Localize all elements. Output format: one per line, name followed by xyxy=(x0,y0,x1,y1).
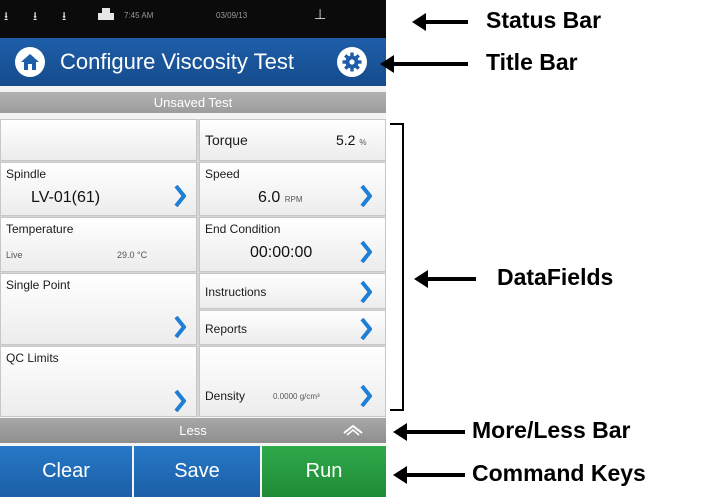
run-button[interactable]: Run xyxy=(262,446,386,497)
more-less-bar[interactable]: Less xyxy=(0,418,386,443)
arrow-command-keys xyxy=(393,466,465,484)
chevron-right-icon xyxy=(360,241,372,263)
speed-field[interactable]: Speed 6.0 RPM xyxy=(199,162,386,216)
temperature-number: 29.0 xyxy=(117,250,135,260)
torque-value: 5.2 % xyxy=(336,132,366,148)
printer-icon xyxy=(98,8,114,21)
density-value: 0.0000 g/cm³ xyxy=(273,392,320,401)
less-label: Less xyxy=(179,423,207,438)
callout-title-bar: Title Bar xyxy=(486,49,578,75)
temperature-mode: Live xyxy=(6,250,23,260)
speed-value: 6.0 RPM xyxy=(258,189,302,207)
usb-icon: ⭳ xyxy=(62,9,67,23)
bracket-vertical xyxy=(402,123,404,411)
chevron-right-icon xyxy=(174,185,186,207)
chevron-right-icon xyxy=(360,281,372,303)
settings-button[interactable] xyxy=(337,47,367,77)
single-point-field[interactable]: Single Point xyxy=(0,273,197,345)
speed-unit: RPM xyxy=(284,195,303,204)
unsaved-test-bar: Unsaved Test xyxy=(0,92,386,113)
density-number: 0.0000 xyxy=(273,392,298,401)
command-keys: Clear Save Run xyxy=(0,446,386,497)
clear-button[interactable]: Clear xyxy=(0,446,132,497)
callout-more-less-bar: More/Less Bar xyxy=(472,417,631,443)
qc-limits-label: QC Limits xyxy=(6,351,59,365)
chevron-up-icon[interactable] xyxy=(342,423,364,437)
chevron-right-icon xyxy=(174,390,186,412)
callout-status-bar: Status Bar xyxy=(486,7,602,33)
instructions-label: Instructions xyxy=(205,285,267,299)
status-bar: ⭳ ⭳ ⭳ 7:45 AM 03/09/13 ⊥ xyxy=(0,0,386,38)
end-condition-field[interactable]: End Condition 00:00:00 xyxy=(199,217,386,272)
home-icon xyxy=(21,54,39,70)
density-unit: g/cm³ xyxy=(299,392,320,401)
density-field[interactable]: Density 0.0000 g/cm³ xyxy=(199,346,386,417)
device-screen: ⭳ ⭳ ⭳ 7:45 AM 03/09/13 ⊥ Configure Visco… xyxy=(0,0,386,497)
end-condition-value: 00:00:00 xyxy=(250,244,313,261)
torque-number: 5.2 xyxy=(336,132,356,148)
torque-unit: % xyxy=(359,138,367,147)
title-bar: Configure Viscosity Test xyxy=(0,38,386,86)
temperature-unit: °C xyxy=(137,250,148,260)
end-condition-label: End Condition xyxy=(205,222,281,236)
data-fields: Torque 5.2 % Spindle LV-01(61) Speed 6.0… xyxy=(0,119,386,417)
spindle-field[interactable]: Spindle LV-01(61) xyxy=(0,162,197,216)
qc-limits-field[interactable]: QC Limits xyxy=(0,346,197,417)
callout-data-fields: DataFields xyxy=(497,264,614,290)
empty-field xyxy=(0,119,197,161)
spindle-label: Spindle xyxy=(6,167,47,181)
reports-label: Reports xyxy=(205,322,248,336)
callout-command-keys: Command Keys xyxy=(472,460,646,486)
spindle-value: LV-01(61) xyxy=(31,189,101,206)
instructions-field[interactable]: Instructions xyxy=(199,273,386,309)
usb-icon: ⭳ xyxy=(4,9,9,23)
speed-label: Speed xyxy=(205,167,240,181)
chevron-right-icon xyxy=(174,316,186,338)
bracket-bottom xyxy=(390,409,404,411)
home-button[interactable] xyxy=(15,47,45,77)
gear-icon xyxy=(342,52,362,72)
density-label: Density xyxy=(205,389,246,403)
chevron-right-icon xyxy=(360,318,372,340)
page-title: Configure Viscosity Test xyxy=(60,49,294,74)
arrow-status-bar xyxy=(412,13,468,31)
status-date: 03/09/13 xyxy=(216,11,248,20)
usb-icon: ⭳ xyxy=(33,9,38,23)
arrow-data-fields xyxy=(414,270,476,288)
chevron-right-icon xyxy=(360,385,372,407)
reports-field[interactable]: Reports xyxy=(199,310,386,345)
arrow-more-less-bar xyxy=(393,423,465,441)
status-time: 7:45 AM xyxy=(124,11,154,20)
torque-label: Torque xyxy=(205,132,248,148)
temperature-value: 29.0 °C xyxy=(117,250,147,260)
chevron-right-icon xyxy=(360,185,372,207)
torque-field: Torque 5.2 % xyxy=(199,119,386,161)
single-point-label: Single Point xyxy=(6,278,71,292)
speed-number: 6.0 xyxy=(258,189,281,206)
level-icon: ⊥ xyxy=(314,7,327,23)
temperature-field[interactable]: Temperature Live 29.0 °C xyxy=(0,217,197,272)
temperature-label: Temperature xyxy=(6,222,74,236)
arrow-title-bar xyxy=(380,55,468,73)
save-button[interactable]: Save xyxy=(134,446,260,497)
